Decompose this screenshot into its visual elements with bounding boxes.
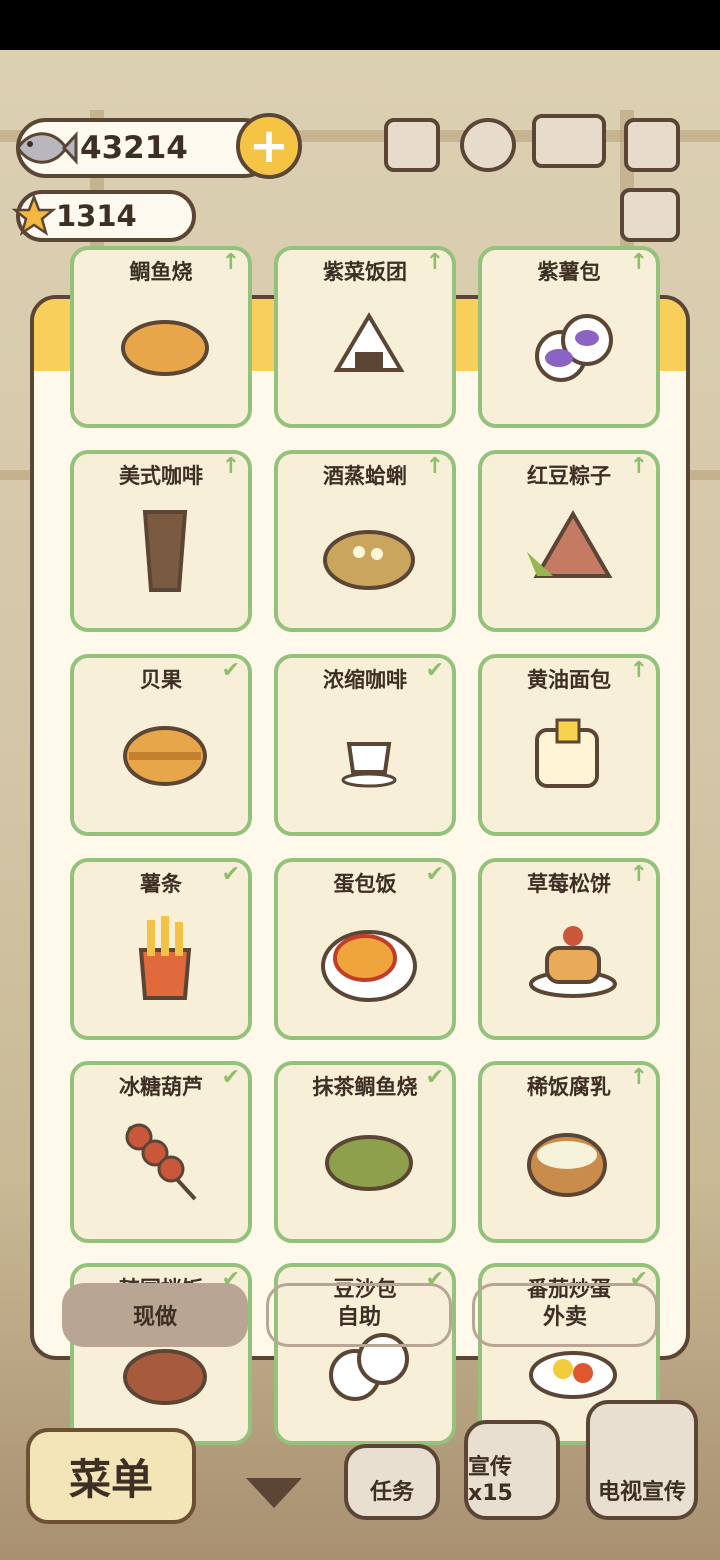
check-icon: ✔ — [221, 658, 240, 683]
recipe-book-icon[interactable] — [532, 114, 606, 168]
food-icon — [523, 298, 623, 398]
food-icon — [319, 298, 419, 398]
food-icon — [523, 1113, 623, 1213]
upgrade-arrow-icon: ↑ — [629, 1065, 648, 1090]
star-icon — [12, 194, 56, 236]
food-icon — [115, 298, 215, 398]
fish-count: 43214 — [80, 130, 188, 166]
menu-item-card[interactable]: 鲷鱼烧 ↑ — [70, 246, 252, 428]
check-icon: ✔ — [425, 1065, 444, 1090]
food-icon — [523, 910, 623, 1010]
ranking-icon[interactable] — [384, 118, 440, 172]
check-icon: ✔ — [425, 862, 444, 887]
food-icon — [523, 706, 623, 806]
food-icon — [523, 502, 623, 602]
menu-item-card[interactable]: 抹茶鲷鱼烧 ✔ — [274, 1061, 456, 1243]
menu-item-card[interactable]: 贝果 ✔ — [70, 654, 252, 836]
status-bar — [0, 0, 720, 50]
food-icon — [115, 910, 215, 1010]
menu-item-card[interactable]: 草莓松饼 ↑ — [478, 858, 660, 1040]
chevron-down-icon[interactable] — [246, 1478, 302, 1508]
upgrade-arrow-icon: ↑ — [629, 862, 648, 887]
check-icon: ✔ — [221, 862, 240, 887]
food-icon — [115, 706, 215, 806]
food-icon — [319, 910, 419, 1010]
menu-item-card[interactable]: 红豆粽子 ↑ — [478, 450, 660, 632]
menu-item-card[interactable]: 黄油面包 ↑ — [478, 654, 660, 836]
tasks-button[interactable]: 任务 — [344, 1444, 440, 1520]
upgrade-arrow-icon: ↑ — [629, 454, 648, 479]
check-icon: ✔ — [221, 1065, 240, 1090]
upgrade-arrow-icon: ↑ — [425, 454, 444, 479]
check-icon: ✔ — [425, 658, 444, 683]
food-icon — [115, 1113, 215, 1213]
menu-item-card[interactable]: 稀饭腐乳 ↑ — [478, 1061, 660, 1243]
upgrade-arrow-icon: ↑ — [629, 658, 648, 683]
menu-item-card[interactable]: 美式咖啡 ↑ — [70, 450, 252, 632]
fish-icon — [16, 131, 78, 165]
food-icon — [319, 706, 419, 806]
menu-item-card[interactable]: 蛋包饭 ✔ — [274, 858, 456, 1040]
menu-button[interactable]: 菜单 — [26, 1428, 196, 1524]
food-icon — [319, 1113, 419, 1213]
upgrade-arrow-icon: ↑ — [425, 250, 444, 275]
food-icon — [319, 502, 419, 602]
upgrade-arrow-icon: ↑ — [221, 454, 240, 479]
add-fish-button[interactable]: + — [236, 113, 302, 179]
camera-icon[interactable] — [624, 118, 680, 172]
menu-item-card[interactable]: 紫薯包 ↑ — [478, 246, 660, 428]
tv-promo-button[interactable]: 电视宣传 — [586, 1400, 698, 1520]
menu-item-card[interactable]: 紫菜饭团 ↑ — [274, 246, 456, 428]
mail-icon[interactable] — [620, 188, 680, 242]
food-icon — [115, 502, 215, 602]
menu-item-card[interactable]: 冰糖葫芦 ✔ — [70, 1061, 252, 1243]
menu-item-card[interactable]: 酒蒸蛤蜊 ↑ — [274, 450, 456, 632]
gear-icon[interactable] — [460, 118, 516, 172]
upgrade-arrow-icon: ↑ — [221, 250, 240, 275]
tab-now[interactable]: 现做 — [62, 1283, 248, 1347]
upgrade-arrow-icon: ↑ — [629, 250, 648, 275]
menu-item-card[interactable]: 浓缩咖啡 ✔ — [274, 654, 456, 836]
promo-button[interactable]: 宣传x15 — [464, 1420, 560, 1520]
tab-takeout[interactable]: 外卖 — [472, 1283, 658, 1347]
star-currency: 1314 — [12, 190, 196, 242]
tab-self-service[interactable]: 自助 — [266, 1283, 452, 1347]
menu-item-card[interactable]: 薯条 ✔ — [70, 858, 252, 1040]
star-count: 1314 — [56, 199, 137, 233]
